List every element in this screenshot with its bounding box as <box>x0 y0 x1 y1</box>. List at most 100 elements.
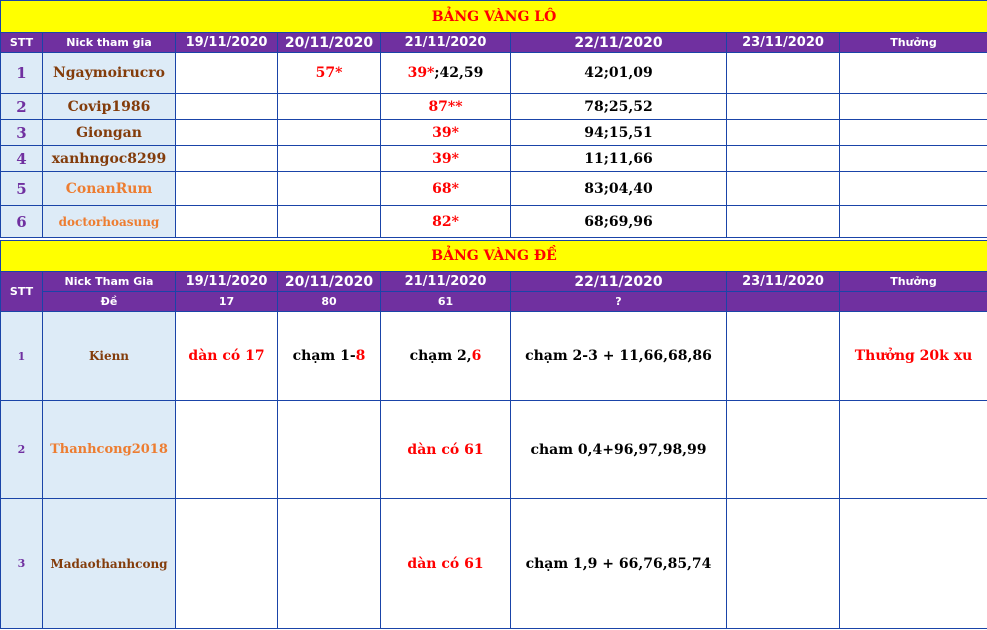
date-cell[interactable]: 68;69,96 <box>510 205 727 238</box>
nick-cell[interactable]: doctorhoasung <box>42 205 176 238</box>
table-row: 6 doctorhoasung 82* 68;69,96 <box>0 205 987 238</box>
date-cell[interactable] <box>726 52 840 94</box>
date-cell[interactable]: 68* <box>380 171 511 206</box>
stt-cell[interactable]: 6 <box>0 205 43 238</box>
reward-cell[interactable] <box>838 119 987 146</box>
date-cell[interactable]: 42;01,09 <box>510 52 727 94</box>
date-cell[interactable]: 11;11,66 <box>510 145 727 172</box>
date-cell[interactable]: chạm 2,6 <box>380 311 511 401</box>
de-header-date-4: 22/11/2020 <box>510 271 727 292</box>
table-row: 3 Madaothanhcong dàn có 61 chạm 1,9 + 66… <box>0 498 987 629</box>
date-cell[interactable]: dàn có 61 <box>380 400 511 499</box>
table-row: 1 Ngaymoirucro 57* 39*;42,59 42;01,09 <box>0 52 987 94</box>
date-cell[interactable]: 57* <box>277 52 381 94</box>
date-cell[interactable] <box>175 93 278 120</box>
date-cell[interactable] <box>726 145 840 172</box>
pick-highlight: 8 <box>355 348 366 364</box>
date-cell[interactable]: 94;15,51 <box>510 119 727 146</box>
table-row: 4 xanhngoc8299 39* 11;11,66 <box>0 145 987 172</box>
stt-cell[interactable]: 4 <box>0 145 43 172</box>
date-cell[interactable] <box>277 205 381 238</box>
date-cell[interactable] <box>175 52 278 94</box>
lo-header-date-4: 22/11/2020 <box>510 32 727 53</box>
reward-cell[interactable] <box>838 52 987 94</box>
date-cell[interactable]: chạm 1-8 <box>277 311 381 401</box>
pick-highlight: 39* <box>432 150 459 167</box>
stt-cell[interactable]: 1 <box>0 311 43 401</box>
date-cell[interactable] <box>726 205 840 238</box>
date-cell[interactable] <box>726 171 840 206</box>
date-cell[interactable] <box>277 498 381 629</box>
lo-header-stt: STT <box>0 32 43 53</box>
date-cell[interactable] <box>726 119 840 146</box>
reward-cell[interactable] <box>838 93 987 120</box>
date-cell[interactable]: 87** <box>380 93 511 120</box>
lo-header-reward: Thưởng <box>838 32 987 53</box>
nick-cell[interactable]: xanhngoc8299 <box>42 145 176 172</box>
lo-header-date-5: 23/11/2020 <box>726 32 840 53</box>
nick-cell[interactable]: Thanhcong2018 <box>42 400 176 499</box>
lo-header-date-2: 20/11/2020 <box>277 32 381 53</box>
date-cell[interactable] <box>726 311 840 401</box>
date-cell[interactable]: dàn có 17 <box>175 311 278 401</box>
date-cell[interactable] <box>175 171 278 206</box>
table-row: 5 ConanRum 68* 83;04,40 <box>0 171 987 206</box>
de-header-stt: STT <box>0 271 43 312</box>
pick-text: chạm 1- <box>292 348 356 364</box>
date-cell[interactable]: chạm 1,9 + 66,76,85,74 <box>510 498 727 629</box>
spreadsheet: BẢNG VÀNG LÔ STT Nick tham gia 19/11/202… <box>0 0 987 630</box>
de-table: BẢNG VÀNG ĐỀ STT Nick Tham Gia 19/11/202… <box>0 240 987 629</box>
date-cell[interactable] <box>277 171 381 206</box>
pick-highlight: 82* <box>432 213 459 230</box>
lo-header-nick: Nick tham gia <box>42 32 176 53</box>
date-cell[interactable] <box>175 205 278 238</box>
date-cell[interactable] <box>277 93 381 120</box>
lo-header-date-1: 19/11/2020 <box>175 32 278 53</box>
date-cell[interactable]: 39*;42,59 <box>380 52 511 94</box>
date-cell[interactable] <box>175 498 278 629</box>
date-cell[interactable] <box>726 400 840 499</box>
stt-cell[interactable]: 5 <box>0 171 43 206</box>
nick-cell[interactable]: ConanRum <box>42 171 176 206</box>
date-cell[interactable] <box>277 400 381 499</box>
date-cell[interactable] <box>175 400 278 499</box>
nick-cell[interactable]: Kienn <box>42 311 176 401</box>
date-cell[interactable] <box>726 498 840 629</box>
stt-cell[interactable]: 3 <box>0 498 43 629</box>
stt-cell[interactable]: 2 <box>0 93 43 120</box>
lo-title: BẢNG VÀNG LÔ <box>0 0 987 33</box>
de-result-5 <box>726 291 840 312</box>
date-cell[interactable]: 83;04,40 <box>510 171 727 206</box>
reward-cell[interactable] <box>838 145 987 172</box>
date-cell[interactable] <box>277 119 381 146</box>
stt-cell[interactable]: 1 <box>0 52 43 94</box>
reward-cell[interactable]: Thưởng 20k xu <box>839 311 987 401</box>
reward-cell[interactable] <box>838 205 987 238</box>
lo-table: BẢNG VÀNG LÔ STT Nick tham gia 19/11/202… <box>0 0 987 238</box>
date-cell[interactable]: 39* <box>380 145 511 172</box>
table-row: 2 Covip1986 87** 78;25,52 <box>0 93 987 120</box>
stt-cell[interactable]: 3 <box>0 119 43 146</box>
date-cell[interactable]: 78;25,52 <box>510 93 727 120</box>
date-cell[interactable] <box>726 93 840 120</box>
date-cell[interactable]: cham 0,4+96,97,98,99 <box>510 400 727 499</box>
nick-cell[interactable]: Covip1986 <box>42 93 176 120</box>
date-cell[interactable] <box>277 145 381 172</box>
nick-cell[interactable]: Madaothanhcong <box>42 498 176 629</box>
de-header-date-3: 21/11/2020 <box>380 271 511 292</box>
reward-cell[interactable] <box>838 171 987 206</box>
stt-cell[interactable]: 2 <box>0 400 43 499</box>
de-header-date-1: 19/11/2020 <box>175 271 278 292</box>
date-cell[interactable] <box>175 145 278 172</box>
nick-cell[interactable]: Ngaymoirucro <box>42 52 176 94</box>
reward-cell[interactable] <box>839 400 987 499</box>
date-cell[interactable] <box>175 119 278 146</box>
reward-cell[interactable] <box>839 498 987 629</box>
date-cell[interactable]: chạm 2-3 + 11,66,68,86 <box>510 311 727 401</box>
de-header-date-2: 20/11/2020 <box>277 271 381 292</box>
date-cell[interactable]: dàn có 61 <box>380 498 511 629</box>
date-cell[interactable]: 82* <box>380 205 511 238</box>
pick-highlight: dàn có 61 <box>407 555 484 572</box>
nick-cell[interactable]: Giongan <box>42 119 176 146</box>
date-cell[interactable]: 39* <box>380 119 511 146</box>
